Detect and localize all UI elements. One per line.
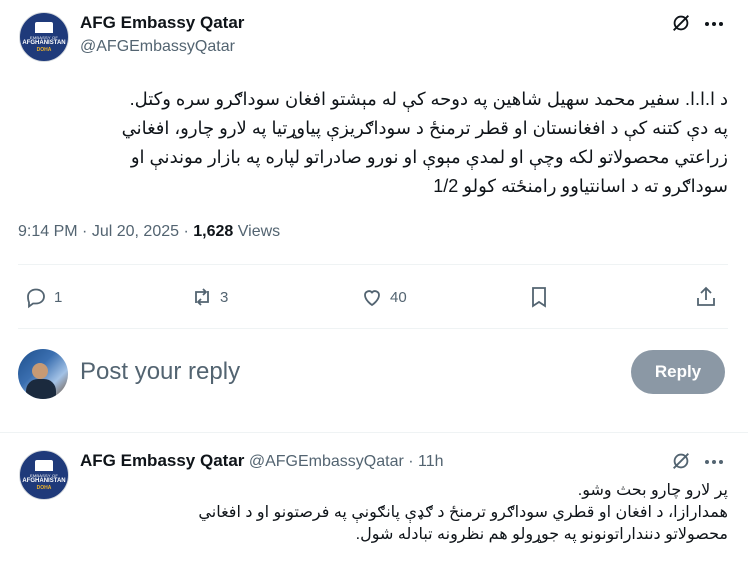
repost-count: 3: [220, 288, 229, 306]
author-handle[interactable]: @AFGEmbassyQatar: [80, 38, 235, 56]
grok-icon[interactable]: [670, 450, 692, 477]
more-icon[interactable]: [702, 450, 726, 479]
reply-count: 1: [54, 288, 63, 306]
post-date[interactable]: Jul 20, 2025: [92, 223, 179, 240]
reply-text: پر لارو چارو بحث وشو. همدارازا، د افغان …: [80, 480, 728, 546]
views-label: Views: [237, 223, 281, 240]
reply-header: AFG Embassy Qatar @AFGEmbassyQatar · 11h: [80, 451, 444, 471]
avatar-line3: DOHA: [36, 46, 52, 53]
bookmark-icon: [532, 287, 546, 308]
author-avatar[interactable]: EMBASSY OF AFGHANISTAN DOHA: [19, 12, 69, 62]
share-icon: [697, 286, 715, 306]
post-text-line: زراعتي محصولاتو لکه وچې او لمدې مېوې او …: [130, 147, 728, 167]
reply-text-line: همدارازا، د افغان او قطري سوداګرو ترمنځ …: [198, 504, 728, 521]
repost-button[interactable]: 3: [190, 285, 228, 309]
views-count: 1,628: [193, 223, 234, 240]
author-name[interactable]: AFG Embassy Qatar: [80, 13, 244, 33]
post-text: د ا.ا.ا. سفیر محمد سهیل شاهین په دوحه کې…: [18, 85, 728, 201]
reply-text-line: پر لارو چارو بحث وشو.: [577, 482, 728, 499]
avatar-line2: AFGHANISTAN: [22, 39, 66, 46]
divider: [18, 328, 728, 329]
post-text-line: په دې کتنه کې د افغانستان او قطر ترمنځ د…: [121, 118, 728, 138]
reply-author-avatar[interactable]: EMBASSY OF AFGHANISTAN DOHA: [19, 450, 69, 500]
reply-button[interactable]: 1: [24, 285, 62, 309]
reply-input[interactable]: Post your reply: [80, 358, 240, 386]
share-button[interactable]: [694, 285, 718, 309]
reply-author-name[interactable]: AFG Embassy Qatar: [80, 451, 244, 470]
reply-icon: [27, 288, 45, 309]
embassy-emblem-icon: [35, 21, 53, 33]
reply-text-line: محصولاتو دننداراتونونو په جوړولو هم نظرو…: [355, 526, 728, 543]
grok-icon[interactable]: [670, 12, 692, 39]
bookmark-button[interactable]: [527, 285, 551, 309]
embassy-emblem-icon: [35, 459, 53, 471]
post-time[interactable]: 9:14 PM: [18, 223, 78, 240]
post-meta: 9:14 PM · Jul 20, 2025 · 1,628 Views: [18, 223, 280, 241]
repost-icon: [195, 288, 209, 306]
separator: ·: [408, 453, 414, 470]
reply-submit-button[interactable]: Reply: [631, 350, 725, 394]
post-text-line: سوداګرو ته د اسانتیاوو رامنځته کولو 1/2: [433, 176, 728, 196]
divider: [0, 432, 748, 433]
reply-author-handle[interactable]: @AFGEmbassyQatar: [249, 453, 404, 470]
more-icon[interactable]: [702, 12, 726, 41]
avatar-line2: AFGHANISTAN: [22, 477, 66, 484]
heart-icon: [364, 290, 380, 307]
like-count: 40: [390, 288, 407, 306]
reply-time[interactable]: 11h: [418, 453, 444, 470]
user-avatar[interactable]: [18, 349, 68, 399]
post-text-line: د ا.ا.ا. سفیر محمد سهیل شاهین په دوحه کې…: [129, 89, 728, 109]
user-face: [32, 363, 48, 379]
separator: ·: [183, 223, 189, 240]
divider: [18, 264, 728, 265]
like-button[interactable]: 40: [360, 285, 407, 309]
user-body: [26, 379, 56, 399]
separator: ·: [82, 223, 88, 240]
avatar-line3: DOHA: [36, 484, 52, 491]
